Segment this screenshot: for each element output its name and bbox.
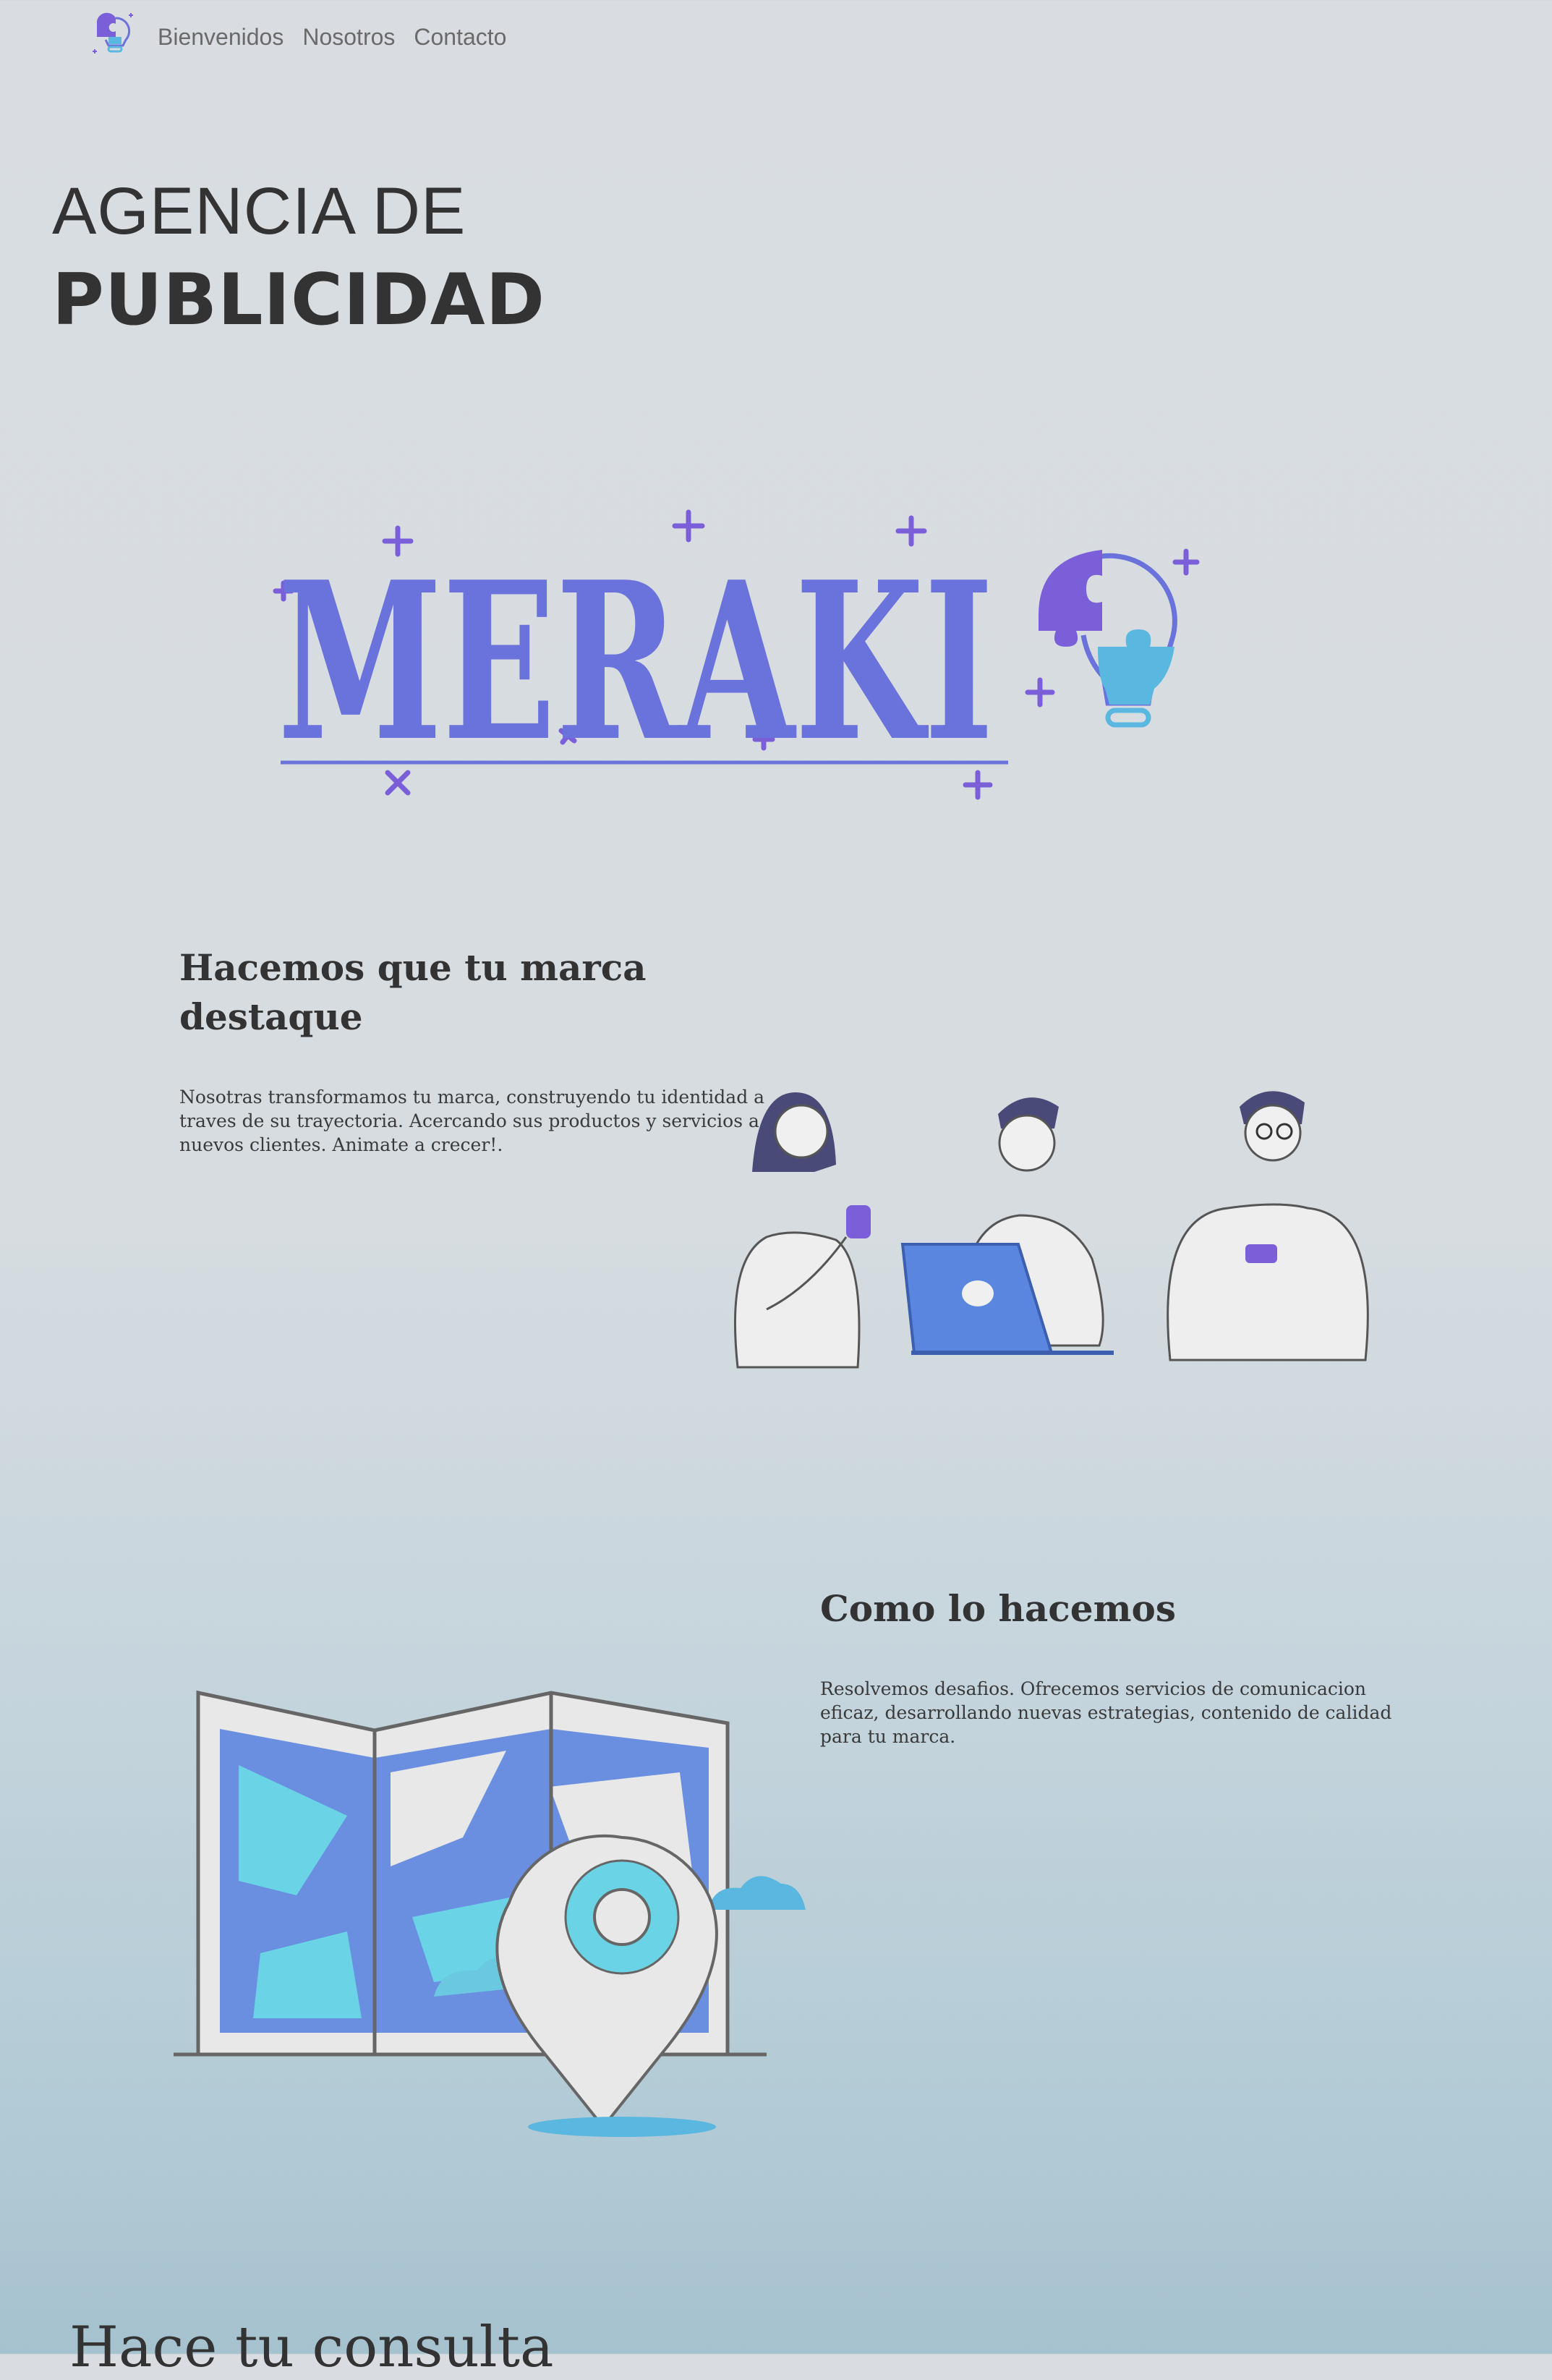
nav-link-contacto[interactable]: Contacto: [414, 24, 506, 51]
section1-text: Nosotras transformamos tu marca, constru…: [179, 1085, 764, 1157]
hero-title-line1: AGENCIA DE: [52, 174, 466, 248]
section1-title-line1: Hacemos que tu marca: [179, 946, 647, 989]
team-illustration: [733, 1091, 1369, 1369]
laptop-man-figure: [900, 1097, 1114, 1355]
top-nav: Bienvenidos Nosotros Contacto: [87, 6, 525, 68]
logo-icon[interactable]: [87, 8, 139, 66]
section2-text-line3: para tu marca.: [820, 1726, 956, 1747]
section1-title: Hacemos que tu marca destaque: [179, 943, 647, 1042]
contact-title: Hace tu consulta: [69, 2315, 554, 2380]
location-pin-icon: [495, 1834, 718, 2137]
woman-figure: [733, 1092, 871, 1369]
section1-text-line2: traves de su trayectoria. Acercando sus …: [179, 1110, 759, 1131]
nav-link-bienvenidos[interactable]: Bienvenidos: [158, 24, 283, 51]
brand-wordmark: MERAKI: [278, 534, 994, 789]
section2-text-line2: eficaz, desarrollando nuevas estrategias…: [820, 1702, 1392, 1723]
map-location-illustration: [174, 1690, 806, 2137]
section1-text-line3: nuevos clientes. Animate a crecer!.: [179, 1134, 503, 1155]
section2-title: Como lo hacemos: [820, 1587, 1176, 1630]
section1-title-line2: destaque: [179, 995, 363, 1038]
nav-link-nosotros[interactable]: Nosotros: [302, 24, 395, 51]
section1-text-line1: Nosotras transformamos tu marca, constru…: [179, 1087, 765, 1108]
hero-title-line2: PUBLICIDAD: [52, 259, 545, 341]
phone-man-figure: [1167, 1091, 1369, 1361]
section2-text-line1: Resolvemos desafios. Ofrecemos servicios…: [820, 1678, 1367, 1699]
meraki-logo: MERAKI: [273, 509, 1200, 800]
puzzle-lightbulb-icon: [1039, 550, 1177, 728]
section2-text: Resolvemos desafios. Ofrecemos servicios…: [820, 1677, 1391, 1748]
